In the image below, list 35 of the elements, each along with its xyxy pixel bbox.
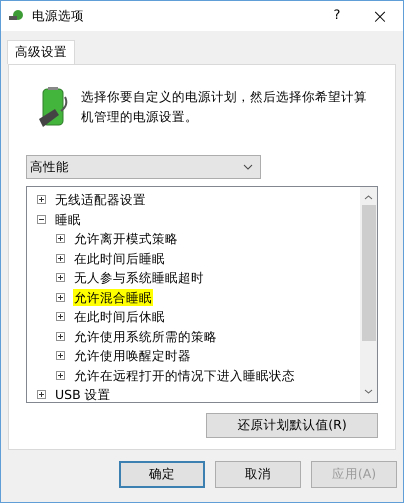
tab[interactable]: 高级设置 — [7, 40, 75, 64]
tree-item[interactable]: USB 设置 — [54, 386, 112, 402]
tree-item[interactable]: 无人参与系统睡眠超时 — [73, 269, 205, 286]
expand-icon[interactable] — [56, 254, 65, 263]
expand-icon[interactable] — [56, 273, 65, 282]
expand-icon[interactable] — [56, 292, 65, 302]
scroll-down-icon[interactable] — [364, 389, 373, 394]
tree-item[interactable]: 允许混合睡眠 — [73, 288, 153, 306]
tree-item[interactable]: 允许在远程打开的情况下进入睡眠状态 — [73, 366, 296, 384]
expand-icon[interactable] — [56, 351, 65, 360]
scroll-up-icon[interactable] — [364, 195, 373, 200]
expand-icon[interactable] — [37, 195, 46, 204]
tree-item[interactable]: 在此时间后睡眠 — [73, 250, 166, 267]
expand-icon[interactable] — [37, 390, 46, 400]
dialog-button[interactable]: 确定 — [119, 461, 205, 488]
tree-item[interactable]: 睡眠 — [54, 210, 82, 228]
expand-icon[interactable] — [56, 234, 65, 244]
tree-item[interactable]: 在此时间后休眠 — [73, 308, 166, 326]
description-text: 选择你要自定义的电源计划，然后选择你希望计算机管理的电源设置。 — [81, 88, 368, 126]
tree-item[interactable]: 无线适配器设置 — [54, 191, 147, 208]
expand-icon[interactable] — [56, 332, 65, 341]
dialog-button[interactable]: 取消 — [215, 461, 301, 488]
tree-item[interactable]: 允许使用唤醒定时器 — [73, 347, 192, 364]
tree-item[interactable]: 允许使用系统所需的策略 — [73, 328, 218, 345]
collapse-icon[interactable] — [37, 214, 46, 224]
help-button[interactable]: ? — [317, 1, 357, 31]
expand-icon[interactable] — [56, 370, 65, 380]
close-button[interactable]: × — [357, 1, 403, 31]
restore-defaults-button[interactable]: 还原计划默认值(R) — [206, 413, 378, 438]
window-title: 电源选项 — [32, 6, 85, 25]
chevron-down-icon — [243, 164, 253, 170]
expand-icon[interactable] — [56, 312, 65, 322]
plan-dropdown[interactable]: 高性能 — [26, 155, 261, 179]
scrollbar-thumb[interactable] — [362, 205, 376, 341]
tree-item[interactable]: 允许离开模式策略 — [73, 230, 179, 248]
